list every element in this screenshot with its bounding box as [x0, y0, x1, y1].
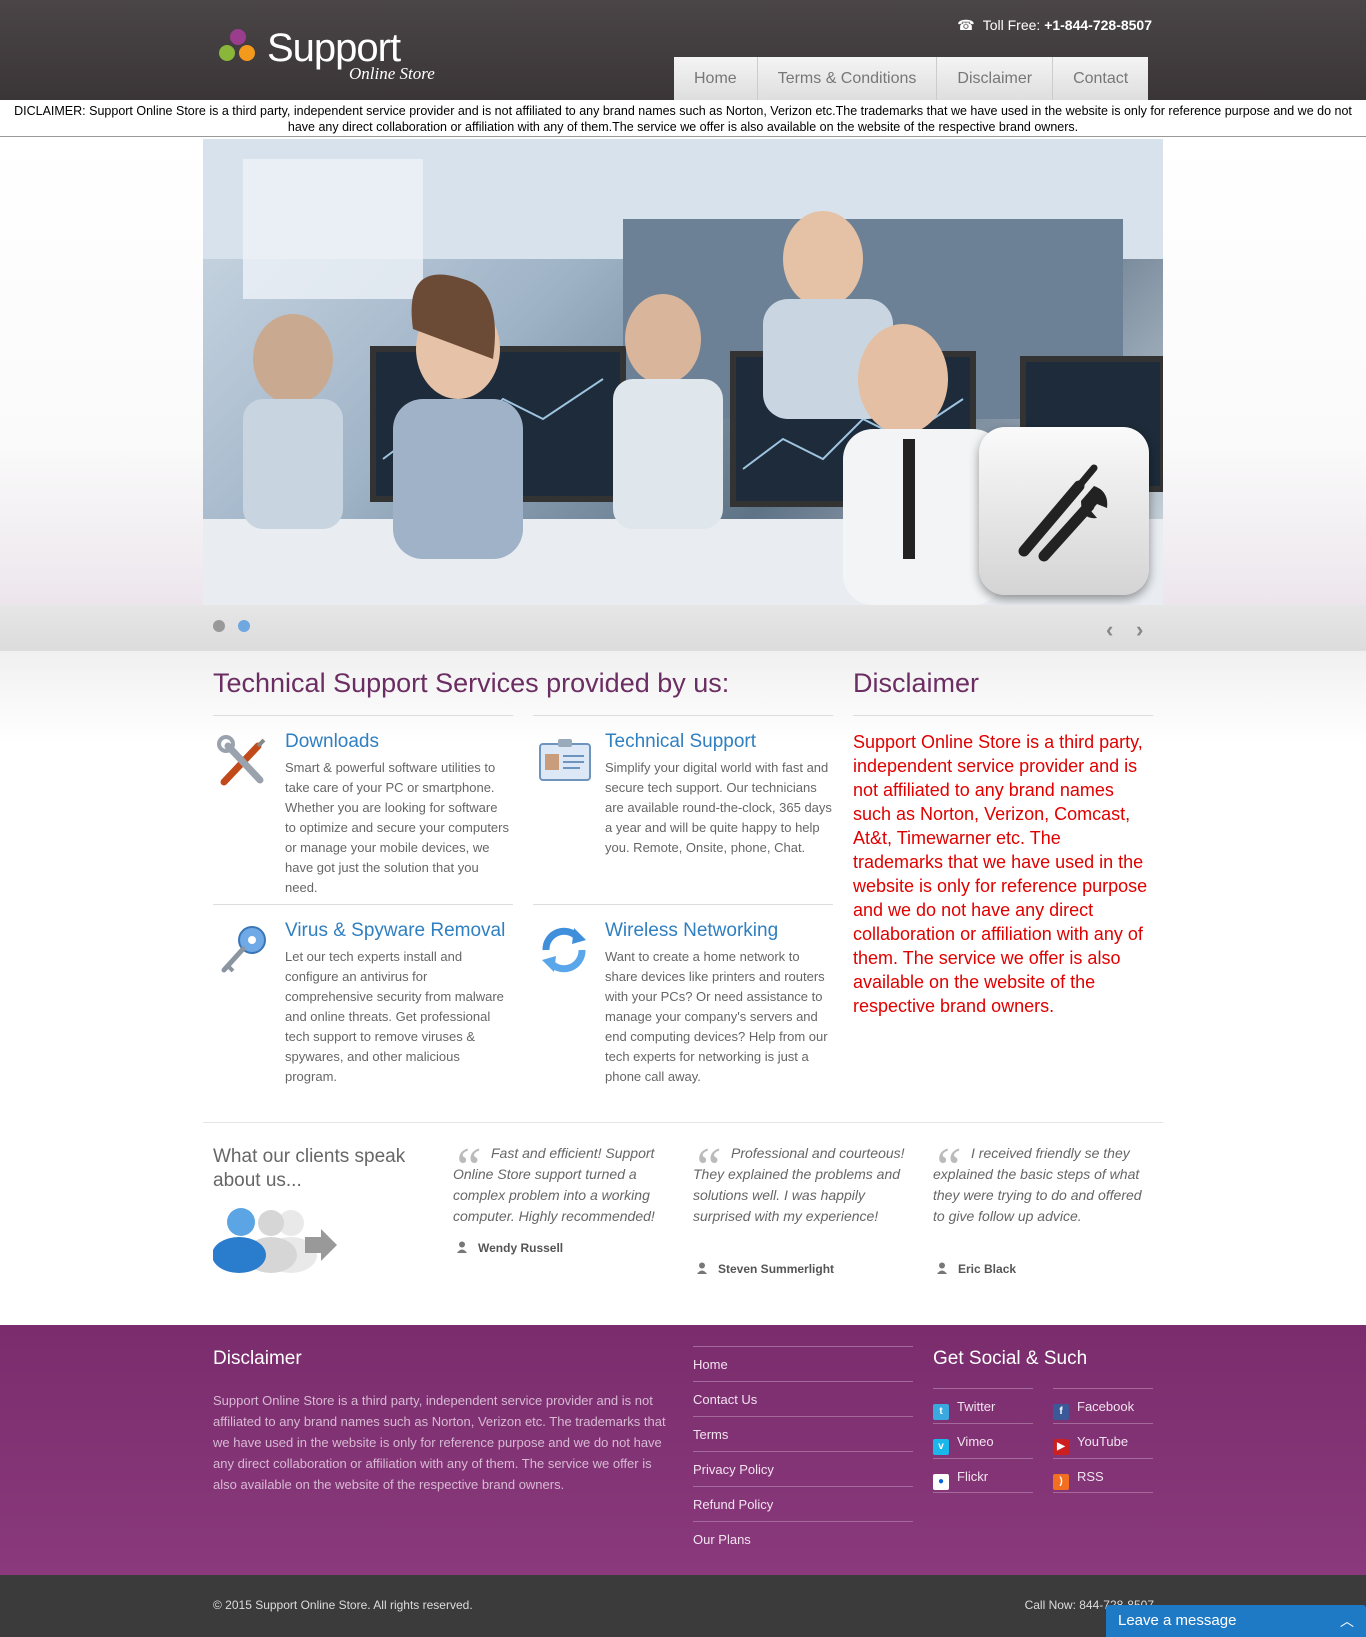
- testimonial-author-2: Steven Summerlight: [696, 1262, 834, 1276]
- footer-link-plans[interactable]: Our Plans: [693, 1521, 913, 1556]
- testimonial-text-2: Professional and courteous! They explain…: [693, 1145, 905, 1224]
- author-name: Eric Black: [958, 1262, 1017, 1276]
- sync-arrows-icon: [536, 922, 592, 978]
- user-icon: [456, 1241, 468, 1253]
- twitter-icon: t: [933, 1404, 949, 1420]
- service-text-wireless: Want to create a home network to share d…: [605, 949, 828, 1084]
- logo-dot-purple: [230, 29, 246, 45]
- id-card-icon: [536, 734, 592, 790]
- disclaimer-title: Disclaimer: [853, 668, 980, 698]
- testimonial-text-1: Fast and efficient! Support Online Store…: [453, 1145, 655, 1224]
- phone-icon: ☎: [957, 17, 975, 33]
- disclaimer-bar: DICLAIMER: Support Online Store is a thi…: [0, 100, 1366, 137]
- service-title-virus-removal[interactable]: Virus & Spyware Removal: [285, 920, 505, 942]
- testimonial-text-3: I received friendly se they explained th…: [933, 1145, 1142, 1224]
- tools-badge: [979, 427, 1149, 595]
- nav-contact[interactable]: Contact: [1052, 57, 1148, 100]
- footer-link-terms[interactable]: Terms: [693, 1416, 913, 1451]
- social-youtube[interactable]: ▶ YouTube: [1053, 1423, 1153, 1458]
- site-header: Support Online Store ☎ Toll Free: +1-844-…: [0, 0, 1366, 100]
- slider-controls: ‹ ›: [0, 605, 1366, 651]
- social-label: Vimeo: [957, 1434, 994, 1449]
- copyright: © 2015 Support Online Store. All rights …: [213, 1598, 473, 1612]
- toll-free: ☎ Toll Free: +1-844-728-8507: [957, 17, 1152, 34]
- site-footer: [0, 1325, 1366, 1575]
- clients-title: What our clients speak about us...: [213, 1146, 406, 1191]
- chevron-up-icon: ︿: [1340, 1613, 1354, 1629]
- main-nav: Home Terms & Conditions Disclaimer Conta…: [674, 57, 1149, 100]
- vimeo-icon: v: [933, 1439, 949, 1455]
- service-title-downloads[interactable]: Downloads: [285, 731, 379, 753]
- social-label: YouTube: [1077, 1434, 1129, 1449]
- flickr-icon: ●: [933, 1474, 949, 1490]
- social-rss[interactable]: ) RSS: [1053, 1458, 1153, 1493]
- social-title: Get Social & Such: [933, 1348, 1088, 1369]
- clients-group-icon: [212, 1205, 343, 1280]
- services-title: Technical Support Services provided by u…: [213, 668, 730, 698]
- slider-next-icon[interactable]: ›: [1136, 617, 1143, 643]
- social-label: Twitter: [957, 1399, 996, 1414]
- nav-disclaimer[interactable]: Disclaimer: [936, 57, 1052, 100]
- chat-label: Leave a message: [1118, 1612, 1237, 1629]
- footer-link-privacy[interactable]: Privacy Policy: [693, 1451, 913, 1486]
- disclaimer-text: Support Online Store is a third party, i…: [853, 732, 1148, 1016]
- site-logo[interactable]: Support Online Store: [217, 26, 447, 86]
- testimonial-author-3: Eric Black: [936, 1262, 1016, 1276]
- divider: [213, 715, 513, 716]
- nav-home[interactable]: Home: [674, 57, 757, 100]
- social-twitter[interactable]: t Twitter: [933, 1388, 1033, 1423]
- divider: [533, 715, 833, 716]
- hero-image: [203, 139, 1163, 605]
- wrench-screwdriver-icon: [1018, 464, 1108, 562]
- service-title-tech-support[interactable]: Technical Support: [605, 731, 756, 753]
- tools-icon: [216, 734, 272, 790]
- service-text-tech-support: Simplify your digital world with fast an…: [605, 760, 832, 855]
- footer-disclaimer-text: Support Online Store is a third party, i…: [213, 1393, 666, 1492]
- service-title-wireless[interactable]: Wireless Networking: [605, 920, 778, 942]
- slide-dot-2[interactable]: [238, 620, 250, 632]
- footer-link-refund[interactable]: Refund Policy: [693, 1486, 913, 1521]
- youtube-icon: ▶: [1053, 1439, 1069, 1455]
- footer-disclaimer-title: Disclaimer: [213, 1348, 302, 1369]
- divider: [853, 715, 1153, 716]
- author-name: Wendy Russell: [478, 1241, 564, 1255]
- social-label: Flickr: [957, 1469, 989, 1484]
- divider: [533, 904, 833, 905]
- divider: [203, 1122, 1163, 1123]
- social-facebook[interactable]: f Facebook: [1053, 1388, 1153, 1423]
- toll-number[interactable]: +1-844-728-8507: [1044, 17, 1152, 33]
- divider: [213, 904, 513, 905]
- footer-links: Home Contact Us Terms Privacy Policy Ref…: [693, 1346, 913, 1556]
- rss-icon: ): [1053, 1474, 1069, 1490]
- facebook-icon: f: [1053, 1404, 1069, 1420]
- nav-terms[interactable]: Terms & Conditions: [756, 57, 937, 100]
- social-label: Facebook: [1077, 1399, 1135, 1414]
- logo-subtitle: Online Store: [349, 64, 435, 83]
- testimonial-author-1: Wendy Russell: [456, 1241, 563, 1255]
- service-text-downloads: Smart & powerful software utilities to t…: [285, 760, 509, 895]
- logo-dot-green: [219, 45, 235, 61]
- social-label: RSS: [1077, 1469, 1104, 1484]
- chat-widget[interactable]: Leave a message ︿: [1106, 1605, 1366, 1637]
- author-name: Steven Summerlight: [718, 1262, 835, 1276]
- logo-dot-orange: [239, 45, 255, 61]
- user-icon: [936, 1262, 948, 1274]
- slide-dot-1[interactable]: [213, 620, 225, 632]
- user-icon: [696, 1262, 708, 1274]
- slider-prev-icon[interactable]: ‹: [1106, 617, 1113, 643]
- social-vimeo[interactable]: v Vimeo: [933, 1423, 1033, 1458]
- footer-link-home[interactable]: Home: [693, 1346, 913, 1381]
- social-flickr[interactable]: ● Flickr: [933, 1458, 1033, 1493]
- service-text-virus-removal: Let our tech experts install and configu…: [285, 949, 504, 1084]
- toll-label: Toll Free:: [982, 17, 1045, 33]
- footer-link-contact[interactable]: Contact Us: [693, 1381, 913, 1416]
- key-icon: [216, 922, 272, 978]
